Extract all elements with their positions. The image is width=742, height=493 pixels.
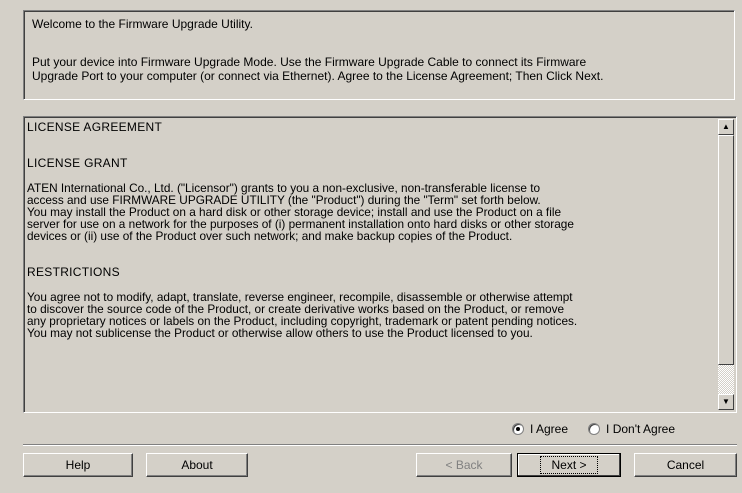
next-button-label: Next >	[540, 456, 598, 474]
license-text: LICENSE AGREEMENT LICENSE GRANT ATEN Int…	[27, 121, 716, 410]
restrictions-line: You may not sublicense the Product or ot…	[27, 326, 533, 340]
back-button[interactable]: < Back	[416, 453, 512, 477]
scroll-down-button[interactable]: ▼	[718, 394, 734, 410]
scroll-up-button[interactable]: ▲	[718, 119, 734, 135]
intro-panel: Welcome to the Firmware Upgrade Utility.…	[23, 10, 735, 100]
vertical-scrollbar[interactable]: ▲ ▼	[718, 119, 734, 410]
restrictions-heading: RESTRICTIONS	[27, 265, 120, 279]
divider	[23, 444, 737, 446]
license-grant-line: devices or (ii) use of the Product over …	[27, 229, 513, 243]
radio-unchecked-icon[interactable]	[588, 423, 601, 435]
agree-radio[interactable]: I Agree	[512, 422, 568, 436]
agree-label[interactable]: I Agree	[530, 422, 568, 436]
instructions-line-1: Put your device into Firmware Upgrade Mo…	[32, 55, 587, 69]
next-button[interactable]: Next >	[517, 453, 621, 477]
disagree-radio[interactable]: I Don't Agree	[588, 422, 675, 436]
disagree-label[interactable]: I Don't Agree	[606, 422, 675, 436]
help-button[interactable]: Help	[23, 453, 133, 477]
welcome-text: Welcome to the Firmware Upgrade Utility.	[32, 17, 253, 31]
license-title: LICENSE AGREEMENT	[27, 121, 163, 134]
cancel-button[interactable]: Cancel	[634, 453, 737, 477]
arrow-up-icon: ▲	[722, 122, 730, 131]
scroll-thumb[interactable]	[718, 135, 734, 365]
agreement-options: I Agree I Don't Agree	[512, 421, 675, 437]
license-text-box[interactable]: LICENSE AGREEMENT LICENSE GRANT ATEN Int…	[23, 116, 737, 413]
arrow-down-icon: ▼	[722, 397, 730, 406]
instructions-line-2: Upgrade Port to your computer (or connec…	[32, 69, 604, 83]
radio-checked-icon[interactable]	[512, 423, 524, 435]
license-grant-heading: LICENSE GRANT	[27, 156, 128, 170]
about-button[interactable]: About	[146, 453, 248, 477]
